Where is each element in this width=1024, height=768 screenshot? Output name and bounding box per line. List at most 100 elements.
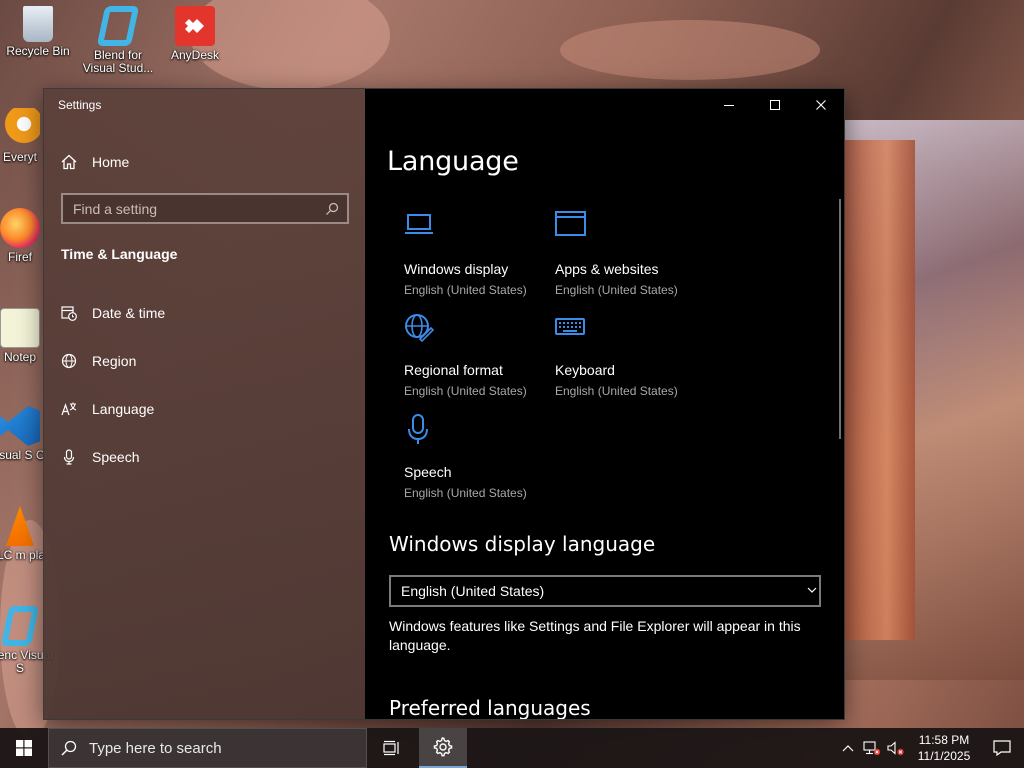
content-scrollbar[interactable] xyxy=(839,199,841,439)
desktop-icon-label: Recycle Bin xyxy=(6,44,70,58)
calendar-clock-icon xyxy=(61,306,77,321)
maximize-button[interactable] xyxy=(752,89,798,121)
tile-apps-websites[interactable]: Apps & websites English (United States) xyxy=(555,211,701,307)
globe-icon xyxy=(61,353,77,369)
desktop-icon-label: AnyDesk xyxy=(170,48,220,62)
anydesk-icon xyxy=(175,6,215,46)
microphone-icon xyxy=(408,414,428,444)
search-icon xyxy=(326,202,339,215)
clock-time: 11:58 PM xyxy=(918,733,970,747)
sidebar-item-date-time[interactable]: Date & time xyxy=(60,298,165,328)
home-icon xyxy=(61,154,77,170)
microphone-icon xyxy=(63,449,75,465)
desktop-icon-label: Everyt xyxy=(2,150,37,164)
tile-title: Keyboard xyxy=(555,362,615,378)
taskbar-settings-app[interactable] xyxy=(419,728,467,768)
minimize-icon xyxy=(724,105,734,106)
task-view-icon xyxy=(383,740,399,756)
settings-sidebar: Settings Home Time & Language Date & tim… xyxy=(44,89,365,719)
desktop-icon-blend[interactable]: Blend for Visual Stud... xyxy=(80,6,156,75)
sidebar-item-region[interactable]: Region xyxy=(60,346,136,376)
nav-home-label: Home xyxy=(92,154,130,170)
tile-title: Speech xyxy=(404,464,452,480)
close-button[interactable] xyxy=(798,89,844,121)
firefox-icon xyxy=(0,208,40,248)
language-icon xyxy=(61,402,77,416)
tile-regional-format[interactable]: Regional format English (United States) xyxy=(404,312,550,408)
recycle-bin-icon xyxy=(23,6,53,42)
find-setting-input[interactable] xyxy=(73,200,325,217)
windows-logo-icon xyxy=(16,740,32,756)
taskbar-search[interactable]: Type here to search xyxy=(48,728,367,768)
blend-app-icon xyxy=(0,606,40,646)
wallpaper-curtain xyxy=(845,140,915,640)
tile-title: Regional format xyxy=(404,362,503,378)
start-button[interactable] xyxy=(0,728,48,768)
tile-subtitle: English (United States) xyxy=(555,283,678,297)
desktop-icon-label: Firef xyxy=(8,250,32,264)
search-icon xyxy=(61,740,77,756)
volume-muted-icon xyxy=(887,741,904,756)
clock-date: 11/1/2025 xyxy=(917,749,971,763)
chevron-down-icon xyxy=(807,587,817,593)
tile-speech[interactable]: Speech English (United States) xyxy=(404,414,550,510)
tile-subtitle: English (United States) xyxy=(404,384,527,398)
keyboard-icon xyxy=(555,318,585,335)
maximize-icon xyxy=(770,100,780,110)
window-controls xyxy=(706,89,844,121)
sidebar-item-language[interactable]: Language xyxy=(60,394,154,424)
sidebar-item-label: Date & time xyxy=(92,305,166,321)
desktop-icon-label: Notep xyxy=(3,350,37,364)
network-button[interactable] xyxy=(860,728,884,768)
tile-subtitle: English (United States) xyxy=(404,486,527,500)
display-language-heading: Windows display language xyxy=(389,532,656,556)
sidebar-item-label: Region xyxy=(92,353,137,369)
tile-title: Apps & websites xyxy=(555,261,659,277)
tile-title: Windows display xyxy=(404,261,509,277)
settings-window: Settings Home Time & Language Date & tim… xyxy=(43,88,845,720)
nav-home[interactable]: Home xyxy=(60,151,129,173)
vscode-icon xyxy=(0,406,40,446)
desktop-icon-recycle-bin[interactable]: Recycle Bin xyxy=(0,6,76,58)
wallpaper-hair-shape xyxy=(560,20,820,80)
system-tray: 11:58 PM 11/1/2025 xyxy=(836,728,1024,768)
tile-windows-display[interactable]: Windows display English (United States) xyxy=(404,211,550,307)
close-icon xyxy=(816,100,826,110)
tile-keyboard[interactable]: Keyboard English (United States) xyxy=(555,312,701,408)
gear-icon xyxy=(433,737,453,757)
find-setting-search[interactable] xyxy=(61,193,349,224)
taskbar: Type here to search 11:58 PM 11/1/2025 xyxy=(0,728,1024,768)
sidebar-item-speech[interactable]: Speech xyxy=(60,442,139,472)
display-language-description: Windows features like Settings and File … xyxy=(389,618,801,653)
preferred-languages-heading: Preferred languages xyxy=(389,696,591,720)
chevron-up-icon xyxy=(842,745,854,752)
page-title: Language xyxy=(387,146,519,177)
show-hidden-icons-button[interactable] xyxy=(836,728,860,768)
volume-button[interactable] xyxy=(884,728,908,768)
sidebar-item-label: Language xyxy=(92,401,155,417)
tile-subtitle: English (United States) xyxy=(404,283,527,297)
desktop-icon-anydesk[interactable]: AnyDesk xyxy=(157,6,233,62)
taskbar-search-placeholder: Type here to search xyxy=(89,739,222,757)
display-language-select[interactable]: English (United States) xyxy=(389,575,821,607)
desktop-icon-label: Blend for Visual Stud... xyxy=(82,48,154,75)
vlc-cone-icon xyxy=(6,506,34,546)
window-icon xyxy=(555,211,586,236)
display-language-value: English (United States) xyxy=(401,583,545,599)
action-center-button[interactable] xyxy=(980,728,1024,768)
task-view-button[interactable] xyxy=(368,728,416,768)
notification-icon xyxy=(993,740,1011,756)
blend-app-icon xyxy=(96,6,140,46)
globe-pencil-icon xyxy=(405,314,434,342)
network-disconnected-icon xyxy=(863,741,881,756)
notepad-icon xyxy=(0,308,40,348)
laptop-icon xyxy=(405,214,433,234)
sidebar-item-label: Speech xyxy=(92,449,140,465)
settings-content: Language Windows display English (United… xyxy=(365,89,844,719)
minimize-button[interactable] xyxy=(706,89,752,121)
tile-subtitle: English (United States) xyxy=(555,384,678,398)
window-title: Settings xyxy=(58,98,102,112)
everything-search-icon xyxy=(0,108,40,148)
taskbar-clock[interactable]: 11:58 PM 11/1/2025 xyxy=(908,732,980,764)
section-heading: Time & Language xyxy=(61,246,178,262)
